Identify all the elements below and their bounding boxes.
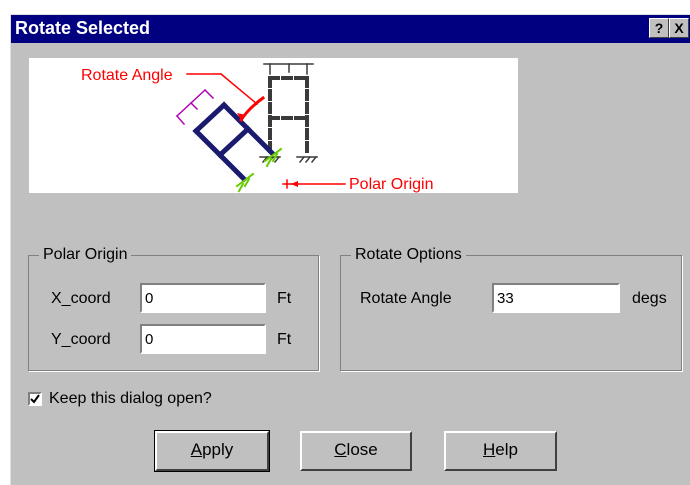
keep-open-checkbox[interactable] xyxy=(28,392,42,406)
help-mnemonic: H xyxy=(483,440,496,459)
x-coord-input[interactable] xyxy=(145,285,264,311)
title-bar: Rotate Selected ? X xyxy=(11,15,690,43)
rotate-selected-dialog: Rotate Selected ? X Rotate Angle Polar O… xyxy=(10,14,690,485)
y-coord-input[interactable] xyxy=(145,326,264,352)
close-button[interactable]: Close xyxy=(300,431,412,471)
apply-button[interactable]: Apply xyxy=(154,430,270,472)
checkmark-icon xyxy=(30,394,40,404)
rotate-preview-diagram: Rotate Angle Polar Origin xyxy=(29,58,518,193)
close-mnemonic: C xyxy=(334,440,347,459)
rotate-options-legend: Rotate Options xyxy=(351,246,466,264)
y-coord-field[interactable] xyxy=(140,324,266,354)
rotate-angle-callout: Rotate Angle xyxy=(81,67,173,84)
rotate-angle-unit: degs xyxy=(632,290,667,307)
y-coord-unit: Ft xyxy=(277,331,292,348)
x-coord-label: X_coord xyxy=(51,290,111,307)
help-button[interactable]: Help xyxy=(444,431,557,471)
help-icon[interactable]: ? xyxy=(649,18,669,38)
polar-origin-arrowhead xyxy=(291,181,298,187)
original-frame-outline xyxy=(268,76,309,153)
rotate-angle-label: Rotate Angle xyxy=(360,290,452,307)
rotated-frame xyxy=(192,101,276,183)
close-icon[interactable]: X xyxy=(669,18,689,38)
x-coord-field[interactable] xyxy=(140,283,266,313)
original-top-dimension xyxy=(263,63,314,75)
close-label: lose xyxy=(346,440,378,459)
rotate-angle-field[interactable] xyxy=(492,283,620,313)
y-coord-label: Y_coord xyxy=(51,331,111,348)
apply-mnemonic: A xyxy=(190,440,203,459)
rotate-options-group: Rotate Options xyxy=(340,246,682,371)
window-title: Rotate Selected xyxy=(15,18,151,38)
keep-open-label[interactable]: Keep this dialog open? xyxy=(49,390,212,408)
polar-origin-callout: Polar Origin xyxy=(349,176,433,193)
polar-origin-legend: Polar Origin xyxy=(39,246,132,264)
help-label: elp xyxy=(495,440,518,459)
apply-label: pply xyxy=(202,440,234,459)
rotated-supports xyxy=(235,147,283,193)
x-coord-unit: Ft xyxy=(277,290,292,307)
rotate-angle-input[interactable] xyxy=(497,285,618,311)
